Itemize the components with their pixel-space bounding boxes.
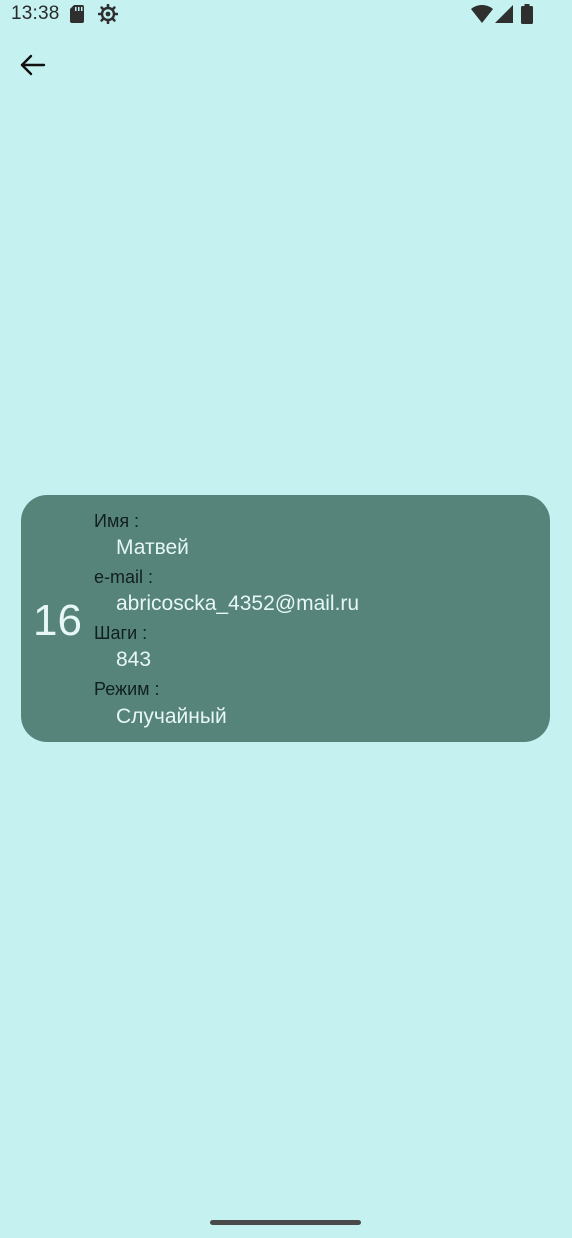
settings-icon: [98, 4, 118, 24]
email-value: abricoscka_4352@mail.ru: [116, 592, 360, 615]
signal-icon: [495, 5, 513, 23]
wifi-icon: [471, 5, 493, 23]
steps-label: Шаги :: [94, 623, 148, 643]
battery-icon: [521, 4, 533, 24]
back-button[interactable]: [12, 44, 54, 86]
status-time: 13:38: [11, 3, 60, 24]
sd-card-icon: [70, 5, 84, 23]
status-bar: 13:38: [0, 0, 572, 30]
mode-label: Режим :: [94, 679, 160, 699]
steps-value: 843: [116, 648, 152, 671]
name-label: Имя :: [94, 511, 140, 531]
arrow-back-icon: [20, 54, 46, 76]
mode-value: Случайный: [116, 705, 227, 728]
name-value: Матвей: [116, 536, 189, 559]
home-indicator[interactable]: [210, 1220, 361, 1225]
record-card[interactable]: 16 Имя : Матвей e-mail : abricoscka_4352…: [21, 495, 550, 742]
rank-number: 16: [33, 596, 82, 645]
email-label: e-mail :: [94, 567, 154, 587]
